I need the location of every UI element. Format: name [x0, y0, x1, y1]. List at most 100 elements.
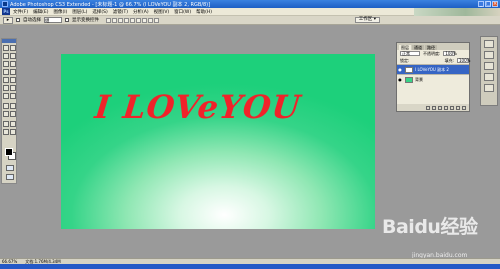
menu-edit[interactable]: 编辑(E)	[33, 9, 48, 15]
align-left-icon[interactable]	[124, 17, 129, 23]
eyedropper-icon[interactable]	[10, 121, 16, 127]
minimize-button[interactable]: _	[478, 1, 484, 7]
history-brush-icon[interactable]	[10, 77, 16, 83]
window-controls: _ □ ×	[478, 1, 498, 7]
layers-panel-tabs: 图层 通道 路径	[397, 43, 469, 50]
type-icon[interactable]	[10, 103, 16, 109]
clone-stamp-icon[interactable]	[3, 77, 9, 83]
distribute-top-icon[interactable]	[142, 17, 147, 23]
navigator-icon[interactable]	[484, 40, 494, 48]
fill-field[interactable]: 100%	[457, 58, 470, 63]
move-tool-icon[interactable]: ▸	[3, 16, 13, 24]
dodge-icon[interactable]	[10, 93, 16, 99]
layer-name: 背景	[415, 76, 423, 82]
menu-view[interactable]: 视图(V)	[154, 9, 170, 15]
tab-paths[interactable]: 路径	[425, 45, 437, 50]
pen-icon[interactable]	[3, 103, 9, 109]
window-title: Adobe Photoshop CS3 Extended - [未标题-1 @ …	[10, 1, 211, 8]
hand-icon[interactable]	[3, 129, 9, 135]
align-middle-icon[interactable]	[112, 17, 117, 23]
menu-help[interactable]: 帮助(H)	[196, 9, 212, 15]
align-top-icon[interactable]	[106, 17, 111, 23]
layer-row-text[interactable]: ● I LOVeYOU 副本 2	[397, 64, 469, 74]
align-center-icon[interactable]	[130, 17, 135, 23]
menu-window[interactable]: 窗口(W)	[174, 9, 191, 15]
color-icon[interactable]	[484, 51, 494, 59]
new-group-icon[interactable]	[450, 105, 454, 110]
layer-mask-icon[interactable]	[438, 105, 442, 110]
healing-brush-icon[interactable]	[3, 69, 9, 75]
tab-layers[interactable]: 图层	[399, 45, 411, 50]
menu-analysis[interactable]: 分析(A)	[133, 9, 149, 15]
zoom-icon[interactable]	[10, 129, 16, 135]
screen-mode-icon[interactable]	[6, 174, 14, 180]
taskbar	[0, 264, 500, 269]
eraser-icon[interactable]	[3, 85, 9, 91]
actions-icon[interactable]	[484, 73, 494, 81]
distribute-bottom-icon[interactable]	[154, 17, 159, 23]
blend-row: 正常 不透明度: 100%	[397, 50, 469, 57]
auto-select-label: 自动选择	[23, 18, 41, 23]
show-transform-checkbox[interactable]	[65, 18, 69, 22]
move-icon[interactable]	[3, 45, 9, 51]
layer-style-icon[interactable]	[432, 105, 436, 110]
photoshop-app-icon	[2, 1, 8, 7]
layer-row-background[interactable]: ● 背景	[397, 74, 469, 84]
crop-icon[interactable]	[3, 61, 9, 67]
eye-icon[interactable]: ●	[397, 67, 403, 72]
eye-icon[interactable]: ●	[397, 77, 403, 82]
align-right-icon[interactable]	[136, 17, 141, 23]
layers-panel: 图层 通道 路径 正常 不透明度: 100% 锁定: 填充: 100% ● I …	[396, 42, 470, 112]
close-button[interactable]: ×	[492, 1, 498, 7]
ps-logo-icon[interactable]: Ps	[2, 8, 10, 15]
opacity-field[interactable]: 100%	[443, 51, 457, 56]
blend-mode-dropdown[interactable]: 正常	[400, 51, 420, 56]
delete-layer-icon[interactable]	[462, 105, 466, 110]
document-canvas[interactable]: I LOVeYOU	[61, 54, 375, 229]
menu-file[interactable]: 文件(F)	[13, 9, 28, 15]
show-transform-label: 显示变换控件	[72, 18, 99, 23]
quick-mask-icon[interactable]	[6, 165, 14, 171]
opacity-label: 不透明度:	[423, 50, 441, 56]
tab-channels[interactable]: 通道	[412, 45, 424, 50]
auto-select-dropdown[interactable]: 组	[44, 17, 62, 24]
menu-filter[interactable]: 滤镜(T)	[113, 9, 128, 15]
tools-panel-header[interactable]	[2, 39, 16, 43]
auto-select-checkbox[interactable]	[16, 18, 20, 22]
menu-layer[interactable]: 图层(L)	[72, 9, 87, 15]
menu-image[interactable]: 图像(I)	[53, 9, 67, 15]
shape-icon[interactable]	[10, 111, 16, 117]
link-layers-icon[interactable]	[426, 105, 430, 110]
lock-row: 锁定: 填充: 100%	[397, 57, 470, 64]
adjustment-layer-icon[interactable]	[444, 105, 448, 110]
align-bottom-icon[interactable]	[118, 17, 123, 23]
marquee-icon[interactable]	[10, 45, 16, 51]
maximize-button[interactable]: □	[485, 1, 491, 7]
background-photo-strip	[414, 8, 500, 16]
foreground-color-swatch[interactable]	[5, 148, 13, 156]
path-select-icon[interactable]	[3, 111, 9, 117]
history-icon[interactable]	[484, 62, 494, 70]
gradient-icon[interactable]	[10, 85, 16, 91]
magic-wand-icon[interactable]	[10, 53, 16, 59]
distribute-middle-icon[interactable]	[148, 17, 153, 23]
baidu-watermark: Baidu经验	[382, 216, 478, 238]
layer-thumbnail	[405, 76, 413, 83]
align-buttons	[106, 17, 159, 23]
layers-panel-footer	[397, 104, 469, 111]
new-layer-icon[interactable]	[456, 105, 460, 110]
canvas-text-layer[interactable]: I LOVeYOU	[93, 88, 303, 126]
notes-icon[interactable]	[3, 121, 9, 127]
brush-icon[interactable]	[10, 69, 16, 75]
lasso-icon[interactable]	[3, 53, 9, 59]
fill-label: 填充:	[444, 57, 454, 63]
layer-thumbnail	[405, 66, 413, 73]
character-icon[interactable]	[484, 84, 494, 92]
layer-name: I LOVeYOU 副本 2	[415, 66, 449, 72]
workspace-menu[interactable]: 工作区 ▾	[354, 17, 380, 23]
menu-select[interactable]: 选择(S)	[92, 9, 107, 15]
lock-label: 锁定:	[400, 57, 410, 63]
blur-icon[interactable]	[3, 93, 9, 99]
slice-icon[interactable]	[10, 61, 16, 67]
tools-panel	[1, 38, 17, 184]
